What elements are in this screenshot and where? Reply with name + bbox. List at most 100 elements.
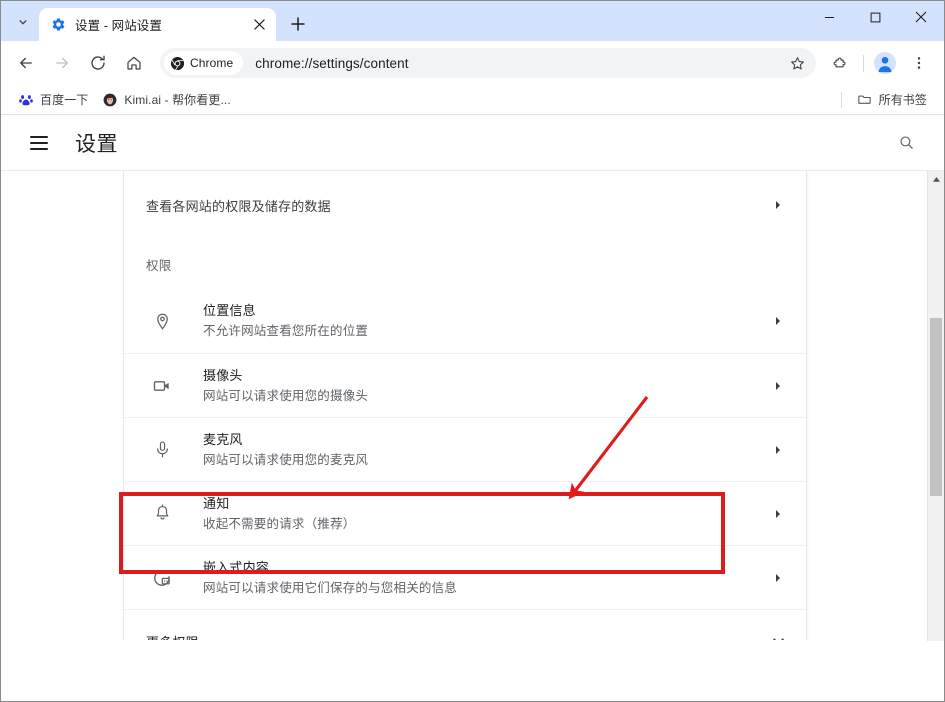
more-permissions-row[interactable]: 更多权限 <box>124 609 806 640</box>
page-scrollbar[interactable] <box>927 171 944 641</box>
permission-row-microphone[interactable]: 麦克风 网站可以请求使用您的麦克风 <box>124 417 806 481</box>
chevron-right-icon <box>768 508 788 520</box>
new-tab-button[interactable] <box>284 10 312 38</box>
permission-title: 通知 <box>203 495 230 511</box>
tab-close-button[interactable] <box>250 16 268 34</box>
page-content: 设置 查看各网站的权限及储存的数据 权限 位置信息 不允许网站查看您所在的位置 … <box>1 115 944 641</box>
extensions-button[interactable] <box>825 48 855 78</box>
reload-icon <box>91 55 105 70</box>
site-settings-card: 查看各网站的权限及储存的数据 权限 位置信息 不允许网站查看您所在的位置 摄像头… <box>124 171 806 640</box>
bookmarks-bar: 百度一下 Kimi.ai - 帮你看更... 所有书签 <box>1 85 944 115</box>
permission-title: 嵌入式内容 <box>203 559 270 575</box>
permission-title: 摄像头 <box>203 367 243 383</box>
chevron-down-icon <box>19 20 27 25</box>
settings-main: 查看各网站的权限及储存的数据 权限 位置信息 不允许网站查看您所在的位置 摄像头… <box>124 171 944 640</box>
gear-icon <box>50 17 66 33</box>
tab-title: 设置 - 网站设置 <box>75 19 163 33</box>
permission-subtitle: 网站可以请求使用您的摄像头 <box>203 388 369 403</box>
chevron-right-icon <box>768 315 788 327</box>
permission-texts: 嵌入式内容 网站可以请求使用它们保存的与您相关的信息 <box>203 558 768 598</box>
bookmarks-divider <box>840 91 842 108</box>
three-dots-icon <box>917 57 921 69</box>
maximize-button[interactable] <box>852 1 898 33</box>
bookmark-label: Kimi.ai - 帮你看更... <box>124 93 231 107</box>
permission-texts: 位置信息 不允许网站查看您所在的位置 <box>203 301 768 341</box>
scrollbar-thumb[interactable] <box>930 318 942 496</box>
forward-button[interactable] <box>47 48 77 78</box>
arrow-left-icon <box>20 57 32 69</box>
bookmark-item-baidu[interactable]: 百度一下 <box>11 89 95 111</box>
chevron-right-icon <box>768 199 788 211</box>
hamburger-icon[interactable] <box>27 131 51 155</box>
maximize-icon <box>870 12 880 22</box>
minimize-icon <box>824 16 834 18</box>
star-icon <box>790 56 804 69</box>
browser-window: 设置 - 网站设置 Chrome chrome://settings/conte… <box>0 0 945 702</box>
kimi-icon <box>102 92 118 108</box>
all-bookmarks-button[interactable]: 所有书签 <box>850 89 934 111</box>
folder-icon <box>857 92 873 108</box>
page-title: 设置 <box>75 132 118 156</box>
tab-search-button[interactable] <box>9 8 37 36</box>
chrome-menu-button[interactable] <box>904 48 934 78</box>
permission-row-embedded-content[interactable]: 嵌入式内容 网站可以请求使用它们保存的与您相关的信息 <box>124 545 806 609</box>
address-bar[interactable]: Chrome chrome://settings/content <box>160 48 816 78</box>
bookmark-star-button[interactable] <box>784 50 810 76</box>
permission-texts: 摄像头 网站可以请求使用您的摄像头 <box>203 366 768 406</box>
chrome-logo-icon <box>170 56 185 71</box>
permission-subtitle: 网站可以请求使用您的麦克风 <box>203 452 369 467</box>
settings-header: 设置 <box>1 115 944 171</box>
permission-subtitle: 网站可以请求使用它们保存的与您相关的信息 <box>203 580 458 595</box>
toolbar-divider <box>863 54 864 72</box>
baidu-icon <box>18 92 34 108</box>
permission-row-camera[interactable]: 摄像头 网站可以请求使用您的摄像头 <box>124 353 806 417</box>
home-icon <box>127 56 141 70</box>
all-bookmarks-label: 所有书签 <box>878 93 927 107</box>
permission-row-location[interactable]: 位置信息 不允许网站查看您所在的位置 <box>124 289 806 353</box>
minimize-button[interactable] <box>806 1 852 33</box>
settings-body: 查看各网站的权限及储存的数据 权限 位置信息 不允许网站查看您所在的位置 摄像头… <box>1 171 944 641</box>
permission-texts: 麦克风 网站可以请求使用您的麦克风 <box>203 430 768 470</box>
reload-button[interactable] <box>83 48 113 78</box>
browser-toolbar: Chrome chrome://settings/content <box>1 41 944 85</box>
microphone-icon <box>149 440 175 459</box>
permission-subtitle: 不允许网站查看您所在的位置 <box>203 324 369 338</box>
puzzle-icon <box>833 57 846 68</box>
home-button[interactable] <box>119 48 149 78</box>
site-data-row[interactable]: 查看各网站的权限及储存的数据 <box>124 171 806 239</box>
chrome-chip: Chrome <box>164 51 244 75</box>
site-data-label: 查看各网站的权限及储存的数据 <box>146 198 331 214</box>
settings-sidebar <box>1 171 124 640</box>
embedded-content-icon <box>149 568 175 588</box>
back-button[interactable] <box>11 48 41 78</box>
tab-settings[interactable]: 设置 - 网站设置 <box>39 8 276 41</box>
bookmark-item-kimi[interactable]: Kimi.ai - 帮你看更... <box>95 89 237 111</box>
settings-search-button[interactable] <box>890 127 922 159</box>
permissions-section-label: 权限 <box>146 258 172 273</box>
profile-button[interactable] <box>871 49 899 77</box>
bell-icon <box>149 504 175 523</box>
arrow-right-icon <box>56 57 68 69</box>
more-permissions-label: 更多权限 <box>146 632 768 640</box>
chevron-down-icon <box>768 635 788 640</box>
permission-texts: 通知 收起不需要的请求（推荐） <box>203 494 768 534</box>
camera-icon <box>149 376 175 396</box>
window-controls <box>806 1 944 33</box>
window-close-button[interactable] <box>898 1 944 33</box>
permission-subtitle: 收起不需要的请求（推荐） <box>203 516 356 531</box>
url-text[interactable]: chrome://settings/content <box>255 56 784 71</box>
close-icon <box>253 19 265 30</box>
triangle-up-icon <box>932 177 940 182</box>
tab-strip: 设置 - 网站设置 <box>1 1 944 41</box>
permission-row-notifications[interactable]: 通知 收起不需要的请求（推荐） <box>124 481 806 545</box>
permission-title: 位置信息 <box>203 303 256 318</box>
location-pin-icon <box>149 312 175 331</box>
chevron-right-icon <box>768 444 788 456</box>
search-icon <box>899 136 913 149</box>
scrollbar-up-button[interactable] <box>928 171 944 188</box>
avatar-icon <box>874 52 896 74</box>
bookmark-label: 百度一下 <box>40 93 89 107</box>
plus-icon <box>291 17 305 31</box>
chrome-chip-label: Chrome <box>190 56 234 70</box>
chevron-right-icon <box>768 380 788 392</box>
